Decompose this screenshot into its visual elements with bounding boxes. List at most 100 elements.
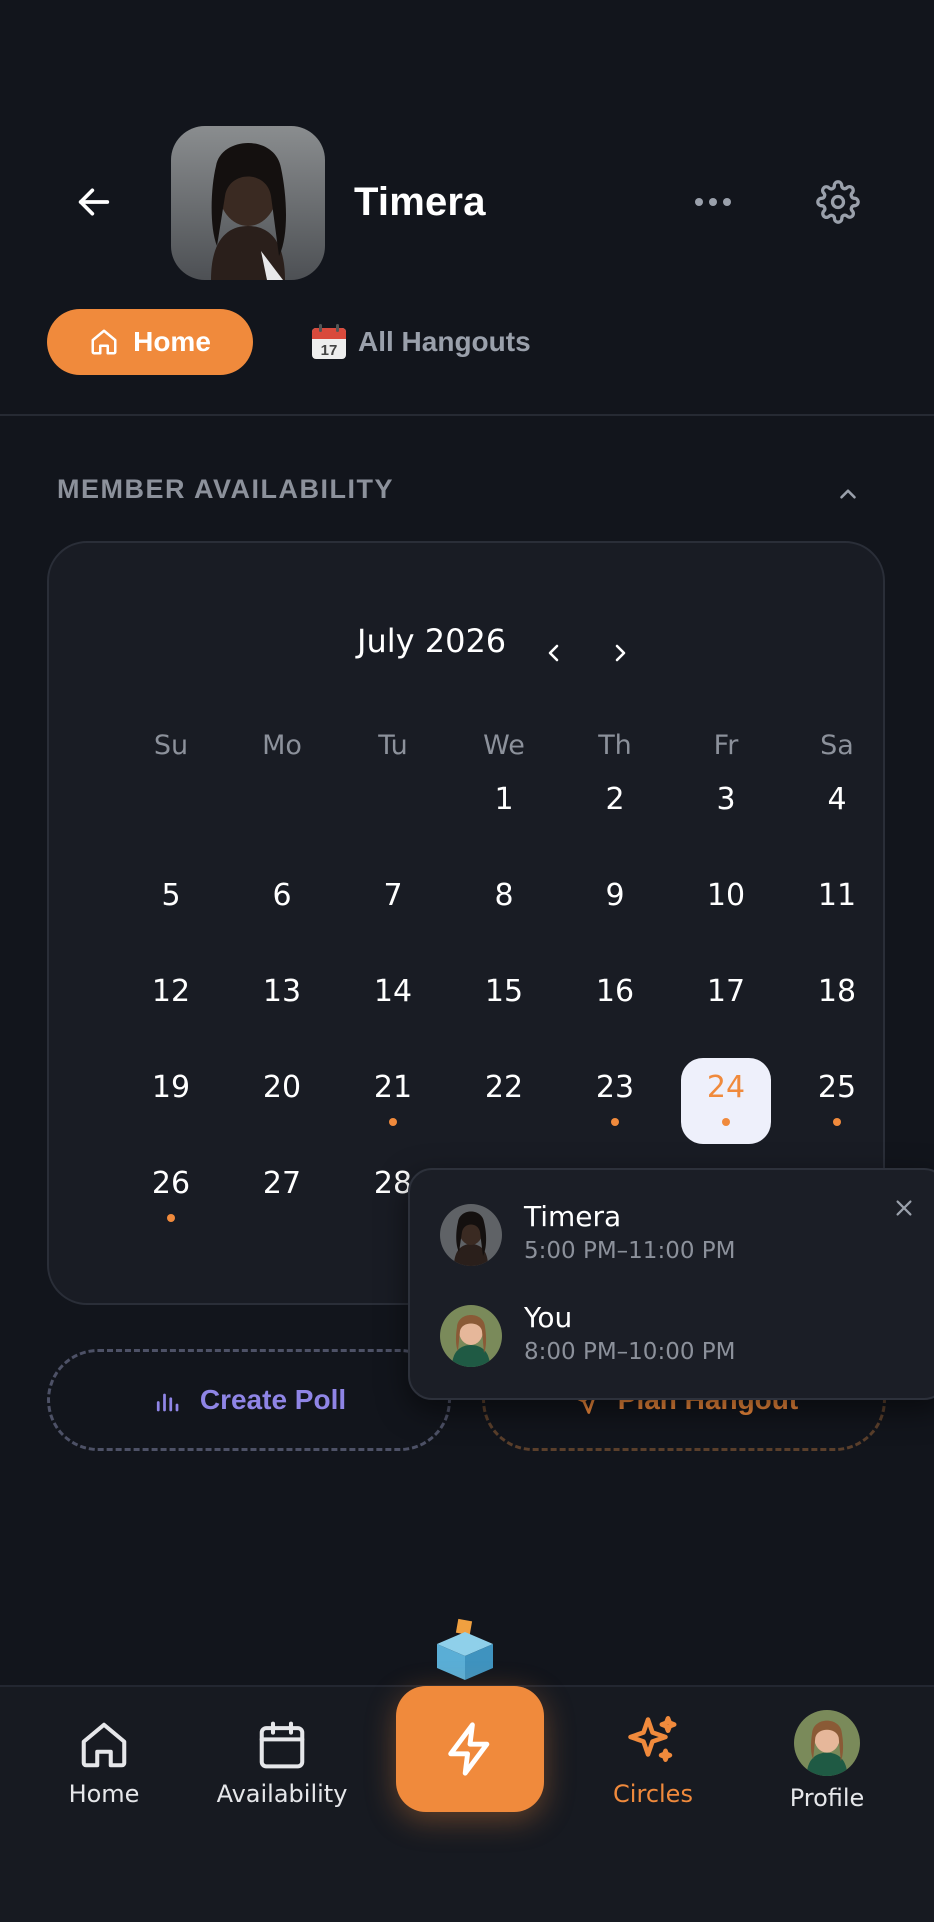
bar-chart-icon — [156, 1393, 179, 1412]
weekday-label: Fr — [713, 730, 739, 761]
more-horizontal-icon — [695, 198, 731, 206]
calendar-day-number: 20 — [262, 1070, 302, 1105]
calendar-day[interactable]: 18 — [792, 962, 882, 1048]
prev-month-button[interactable] — [534, 633, 574, 673]
calendar-day[interactable]: 20 — [237, 1058, 327, 1144]
calendar-day-number: 26 — [151, 1166, 191, 1201]
sparkles-icon — [628, 1716, 677, 1762]
calendar-day-number: 19 — [151, 1070, 191, 1105]
close-icon — [896, 1200, 912, 1216]
calendar-day[interactable]: 10 — [681, 866, 771, 952]
calendar-day-number: 7 — [383, 878, 403, 913]
calendar-day[interactable]: 13 — [237, 962, 327, 1048]
calendar-day[interactable]: 19 — [126, 1058, 216, 1144]
availability-dot — [611, 1118, 619, 1126]
member-time: 8:00 PM–10:00 PM — [524, 1339, 736, 1365]
calendar-day-number: 27 — [262, 1166, 302, 1201]
nav-home[interactable]: Home — [29, 1718, 179, 1808]
calendar-day-number: 8 — [494, 878, 514, 913]
circle-avatar — [171, 126, 325, 280]
calendar-day[interactable]: 9 — [570, 866, 660, 952]
weekday-label: Su — [153, 730, 189, 761]
next-month-button[interactable] — [600, 633, 640, 673]
section-title: MEMBER AVAILABILITY — [57, 474, 394, 504]
month-label: July 2026 — [357, 622, 507, 660]
availability-dot — [167, 1214, 175, 1222]
calendar-day-number: 14 — [373, 974, 413, 1009]
calendar-day[interactable]: 23 — [570, 1058, 660, 1144]
nav-circles[interactable]: Circles — [578, 1712, 728, 1808]
calendar-day[interactable]: 4 — [792, 770, 882, 856]
calendar-day[interactable]: 27 — [237, 1154, 327, 1240]
calendar-day[interactable]: 1 — [459, 770, 549, 856]
arrow-left-icon — [78, 188, 110, 216]
calendar-day[interactable]: 7 — [348, 866, 438, 952]
calendar-day[interactable]: 3 — [681, 770, 771, 856]
nav-quick-action-button[interactable] — [396, 1686, 544, 1812]
calendar-day-number: 11 — [817, 878, 857, 913]
nav-availability[interactable]: Availability — [207, 1718, 357, 1808]
tab-home-label: Home — [133, 326, 211, 357]
calendar-emoji-icon: 17 — [312, 324, 346, 359]
calendar-day-number: 28 — [373, 1166, 413, 1201]
popover-close-button[interactable] — [888, 1192, 920, 1224]
tab-home[interactable]: Home — [47, 309, 253, 375]
home-icon — [81, 1722, 127, 1768]
member-avatar — [440, 1305, 502, 1367]
calendar-day-number: 23 — [595, 1070, 635, 1105]
calendar-day-number: 10 — [706, 878, 746, 913]
calendar-day[interactable]: 11 — [792, 866, 882, 952]
calendar-day[interactable]: 2 — [570, 770, 660, 856]
page-title: Timera — [354, 180, 486, 224]
nav-profile[interactable]: Profile — [752, 1710, 902, 1812]
more-button[interactable] — [687, 178, 739, 226]
calendar-day-number: 22 — [484, 1070, 524, 1105]
calendar-day-number: 4 — [827, 782, 847, 817]
member-name: Timera — [524, 1200, 622, 1233]
calendar-emoji-day: 17 — [321, 342, 338, 359]
calendar-day[interactable]: 12 — [126, 962, 216, 1048]
availability-dot — [722, 1118, 730, 1126]
calendar-day[interactable]: 8 — [459, 866, 549, 952]
calendar-day[interactable]: 25 — [792, 1058, 882, 1144]
back-button[interactable] — [70, 178, 118, 226]
calendar-day[interactable]: 21 — [348, 1058, 438, 1144]
calendar-day-number: 18 — [817, 974, 857, 1009]
calendar-day-number: 21 — [373, 1070, 413, 1105]
calendar-day[interactable]: 17 — [681, 962, 771, 1048]
calendar-day[interactable]: 16 — [570, 962, 660, 1048]
chevron-right-icon — [615, 644, 626, 662]
calendar-day[interactable]: 26 — [126, 1154, 216, 1240]
nav-profile-label: Profile — [789, 1784, 865, 1812]
calendar-day-number: 3 — [716, 782, 736, 817]
calendar-day[interactable]: 24 — [681, 1058, 771, 1144]
calendar-day-number: 25 — [817, 1070, 857, 1105]
availability-dot — [833, 1118, 841, 1126]
calendar-day-number: 17 — [706, 974, 746, 1009]
calendar-day-number: 6 — [272, 878, 292, 913]
calendar-day[interactable]: 6 — [237, 866, 327, 952]
chevron-up-icon — [840, 489, 856, 499]
avatar — [794, 1710, 860, 1776]
member-time: 5:00 PM–11:00 PM — [524, 1238, 736, 1264]
calendar-day-number: 2 — [605, 782, 625, 817]
calendar-day-number: 12 — [151, 974, 191, 1009]
weekday-label: We — [483, 730, 525, 761]
settings-button[interactable] — [812, 176, 864, 228]
calendar-day[interactable]: 22 — [459, 1058, 549, 1144]
calendar-day[interactable]: 5 — [126, 866, 216, 952]
tab-all-hangouts[interactable]: 17 All Hangouts — [310, 317, 531, 367]
availability-dot — [389, 1118, 397, 1126]
member-name: You — [524, 1301, 573, 1334]
weekday-label: Mo — [262, 730, 302, 761]
create-poll-button[interactable]: Create Poll — [47, 1349, 451, 1451]
tab-all-hangouts-label: All Hangouts — [358, 326, 531, 357]
calendar-day-number: 24 — [706, 1070, 746, 1105]
calendar-day[interactable]: 14 — [348, 962, 438, 1048]
collapse-button[interactable] — [826, 474, 870, 514]
create-poll-label: Create Poll — [199, 1384, 347, 1415]
calendar-day[interactable]: 15 — [459, 962, 549, 1048]
nav-availability-label: Availability — [216, 1780, 348, 1808]
chevron-left-icon — [548, 644, 559, 662]
calendar-day-number: 5 — [161, 878, 181, 913]
